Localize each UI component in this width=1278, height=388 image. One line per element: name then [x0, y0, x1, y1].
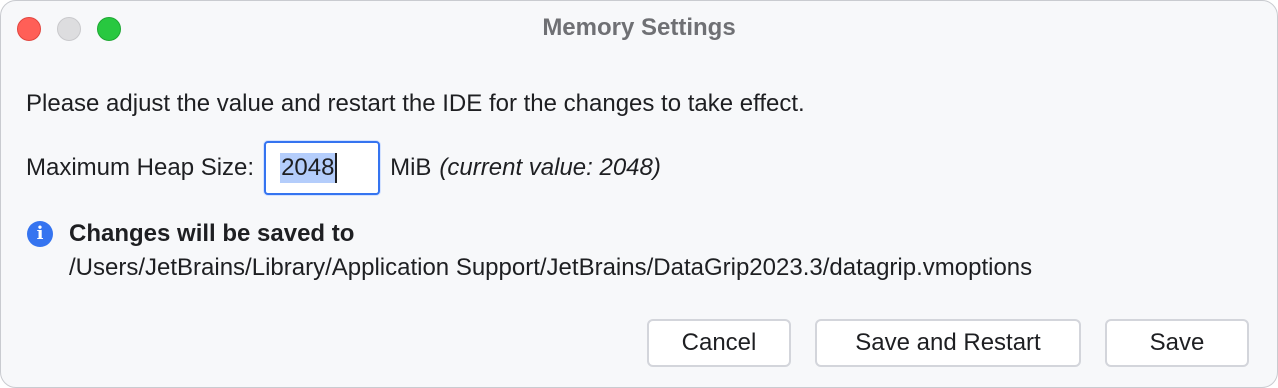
instruction-message: Please adjust the value and restart the …: [26, 90, 805, 117]
save-and-restart-button[interactable]: Save and Restart: [815, 319, 1081, 367]
heap-size-value[interactable]: 2048: [280, 153, 336, 183]
heap-size-unit: MiB: [390, 154, 432, 181]
info-icon: i: [27, 221, 53, 247]
window-title: Memory Settings: [542, 14, 736, 41]
text-caret: [335, 153, 338, 183]
heap-size-input[interactable]: 2048: [264, 141, 381, 195]
cancel-button[interactable]: Cancel: [647, 319, 791, 367]
save-location-heading: Changes will be saved to: [69, 220, 355, 247]
memory-settings-dialog: Memory Settings Please adjust the value …: [0, 0, 1278, 388]
title-bar: Memory Settings: [1, 1, 1277, 57]
save-button[interactable]: Save: [1105, 319, 1249, 367]
heap-size-row: Maximum Heap Size: 2048 MiB (current val…: [26, 141, 661, 195]
vmoptions-file-path: /Users/JetBrains/Library/Application Sup…: [69, 254, 1033, 281]
heap-size-label: Maximum Heap Size:: [26, 154, 255, 181]
current-value-note: (current value: 2048): [439, 154, 661, 181]
